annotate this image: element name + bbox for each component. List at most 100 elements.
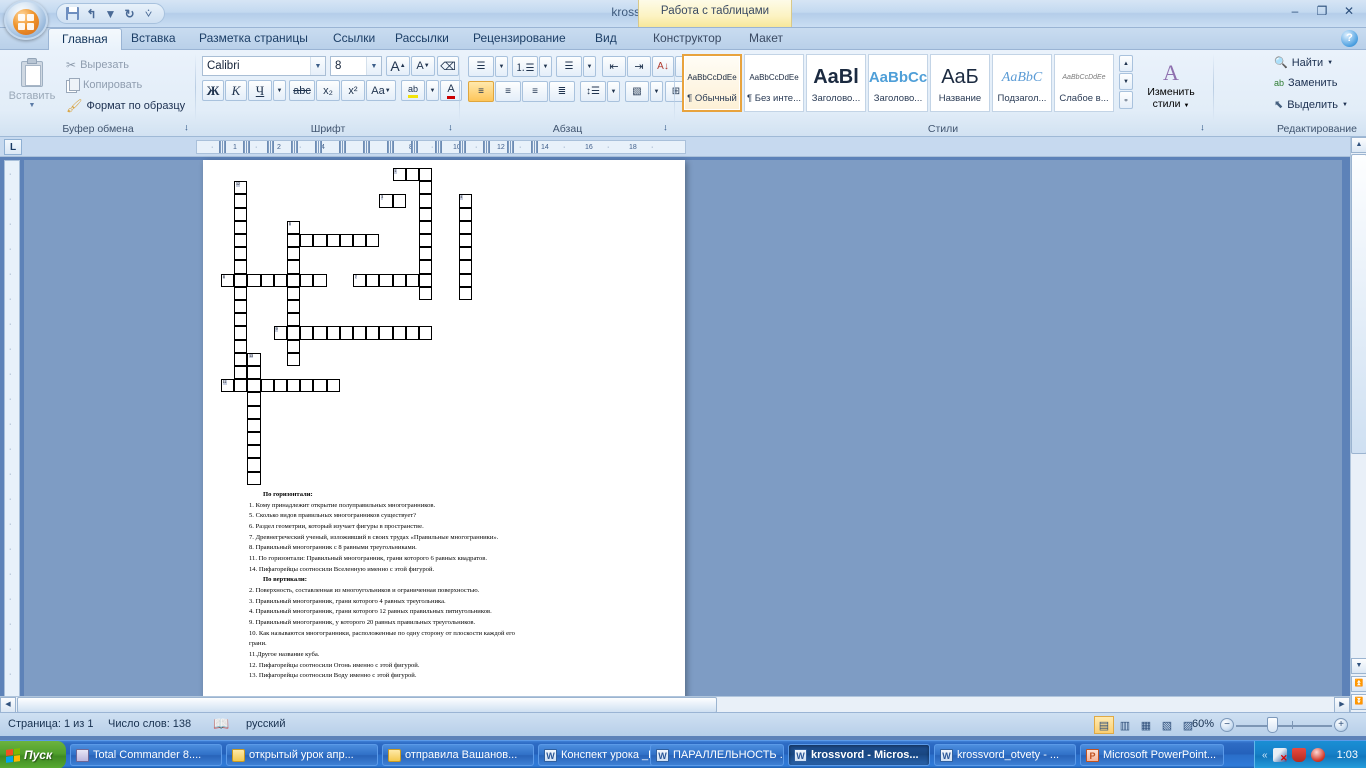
crossword-cell[interactable] xyxy=(458,260,472,274)
crossword-cell[interactable]: 4 xyxy=(458,194,472,208)
subscript-button[interactable]: x₂ xyxy=(316,80,340,101)
styles-scroll-down-button[interactable]: ▼ xyxy=(1119,73,1133,90)
crossword-cell[interactable] xyxy=(458,234,472,248)
tab-table-design[interactable]: Конструктор xyxy=(640,28,734,50)
crossword-cell[interactable] xyxy=(260,379,274,393)
zoom-slider-thumb[interactable] xyxy=(1267,717,1278,733)
multilevel-dropdown[interactable]: ▼ xyxy=(583,56,596,77)
crossword-cell[interactable] xyxy=(419,286,433,300)
crossword-cell[interactable] xyxy=(392,273,406,287)
scroll-right-button[interactable]: ▶ xyxy=(1334,697,1350,713)
crossword-cell[interactable] xyxy=(287,352,301,366)
tab-references[interactable]: Ссылки xyxy=(320,28,388,50)
outline-view-button[interactable]: ▧ xyxy=(1157,716,1177,734)
crossword-cell[interactable] xyxy=(419,234,433,248)
table-column-marker[interactable] xyxy=(507,141,514,153)
crossword-cell[interactable] xyxy=(247,418,261,432)
table-column-marker[interactable] xyxy=(267,141,274,153)
crossword-cell[interactable] xyxy=(247,445,261,459)
crossword-cell[interactable] xyxy=(247,471,261,485)
table-column-marker[interactable] xyxy=(483,141,490,153)
copy-button[interactable]: Копировать xyxy=(66,78,142,93)
crossword-cell[interactable]: 5 xyxy=(287,220,301,234)
crossword-cell[interactable] xyxy=(313,379,327,393)
justify-button[interactable]: ≣ xyxy=(549,81,575,102)
style-item-subtle-emphasis[interactable]: AaBbCcDdEe Слабое в... xyxy=(1054,54,1114,112)
font-size-combo[interactable]: 8 ▼ xyxy=(330,56,382,76)
crossword-cell[interactable] xyxy=(247,392,261,406)
style-item-title[interactable]: AaБ Название xyxy=(930,54,990,112)
crossword-cell[interactable]: 13 xyxy=(247,352,261,366)
close-button[interactable]: ✕ xyxy=(1336,2,1362,20)
crossword-cell[interactable] xyxy=(287,326,301,340)
taskbar-item[interactable]: Total Commander 8.... xyxy=(70,744,222,766)
crossword-cell[interactable]: 11 xyxy=(221,379,235,393)
highlight-dropdown[interactable]: ▼ xyxy=(426,80,439,101)
crossword-cell[interactable] xyxy=(326,234,340,248)
line-spacing-dropdown[interactable]: ▼ xyxy=(607,81,620,102)
font-dialog-launcher[interactable]: ⭭ xyxy=(445,123,456,134)
grow-font-button[interactable]: A ▲ xyxy=(386,56,410,76)
crossword-cell[interactable] xyxy=(287,339,301,353)
vertical-ruler[interactable]: ······················ xyxy=(4,160,20,710)
shield-icon[interactable] xyxy=(1291,748,1306,762)
tab-mailings[interactable]: Рассылки xyxy=(382,28,462,50)
crossword-cell[interactable] xyxy=(234,286,248,300)
bullets-button[interactable]: ☰ xyxy=(468,56,494,77)
scroll-left-button[interactable]: ◀ xyxy=(0,697,16,713)
crossword-cell[interactable] xyxy=(405,168,419,182)
tray-expand-icon[interactable]: « xyxy=(1262,750,1268,761)
crossword-cell[interactable] xyxy=(326,326,340,340)
document-page[interactable]: 12376891011125413 По горизонтали: 1. Ком… xyxy=(203,160,685,712)
vertical-scrollbar[interactable]: ▲ ▼ ⏫ ⏬ xyxy=(1350,137,1366,712)
table-column-marker[interactable] xyxy=(339,141,346,153)
zoom-in-button[interactable]: + xyxy=(1334,718,1348,732)
crossword-cell[interactable] xyxy=(458,247,472,261)
tab-insert[interactable]: Вставка xyxy=(118,28,189,50)
crossword-cell[interactable] xyxy=(392,326,406,340)
change-styles-button[interactable]: A Изменить стили ▼ xyxy=(1140,54,1202,116)
italic-button[interactable]: К xyxy=(225,80,247,101)
crossword-cell[interactable] xyxy=(419,220,433,234)
system-clock[interactable]: 1:03 xyxy=(1337,749,1366,761)
crossword-cell[interactable] xyxy=(234,194,248,208)
crossword-cell[interactable] xyxy=(234,273,248,287)
crossword-cell[interactable]: 12 xyxy=(234,181,248,195)
increase-indent-button[interactable]: ⇥ xyxy=(627,56,651,77)
crossword-cell[interactable] xyxy=(366,326,380,340)
numbering-dropdown[interactable]: ▼ xyxy=(539,56,552,77)
crossword-cell[interactable] xyxy=(366,234,380,248)
crossword-cell[interactable] xyxy=(458,273,472,287)
vertical-scroll-thumb[interactable] xyxy=(1351,154,1366,454)
crossword-cell[interactable] xyxy=(300,234,314,248)
crossword-cell[interactable] xyxy=(353,326,367,340)
table-column-marker[interactable] xyxy=(387,141,394,153)
tab-stop-selector[interactable]: L xyxy=(4,139,22,155)
crossword-cell[interactable] xyxy=(326,379,340,393)
crossword-cell[interactable] xyxy=(234,234,248,248)
crossword-cell[interactable] xyxy=(419,273,433,287)
crossword-cell[interactable] xyxy=(313,234,327,248)
crossword-cell[interactable] xyxy=(405,273,419,287)
crossword-cell[interactable] xyxy=(287,286,301,300)
style-item-normal[interactable]: AaBbCcDdEe ¶ Обычный xyxy=(682,54,742,112)
underline-dropdown[interactable]: ▼ xyxy=(273,80,286,101)
crossword-cell[interactable] xyxy=(419,207,433,221)
decrease-indent-button[interactable]: ⇤ xyxy=(602,56,626,77)
taskbar-item[interactable]: W ПАРАЛЛЕЛЬНОСТЬ ... xyxy=(650,744,784,766)
crossword-cell[interactable] xyxy=(287,260,301,274)
superscript-button[interactable]: x² xyxy=(341,80,365,101)
language-indicator[interactable]: русский xyxy=(246,718,285,730)
crossword-cell[interactable] xyxy=(339,326,353,340)
style-item-no-spacing[interactable]: AaBbCcDdEe ¶ Без инте... xyxy=(744,54,804,112)
crossword-cell[interactable] xyxy=(234,220,248,234)
replace-button[interactable]: ab Заменить xyxy=(1274,77,1337,89)
align-right-button[interactable]: ≡ xyxy=(522,81,548,102)
crossword-cell[interactable] xyxy=(260,273,274,287)
font-name-combo[interactable]: Calibri ▼ xyxy=(202,56,326,76)
change-case-button[interactable]: Aa ▼ xyxy=(366,80,396,101)
crossword-cell[interactable] xyxy=(287,300,301,314)
crossword-cell[interactable] xyxy=(458,286,472,300)
zoom-slider[interactable]: − + xyxy=(1220,717,1348,733)
styles-dialog-launcher[interactable]: ⭭ xyxy=(1197,123,1208,134)
